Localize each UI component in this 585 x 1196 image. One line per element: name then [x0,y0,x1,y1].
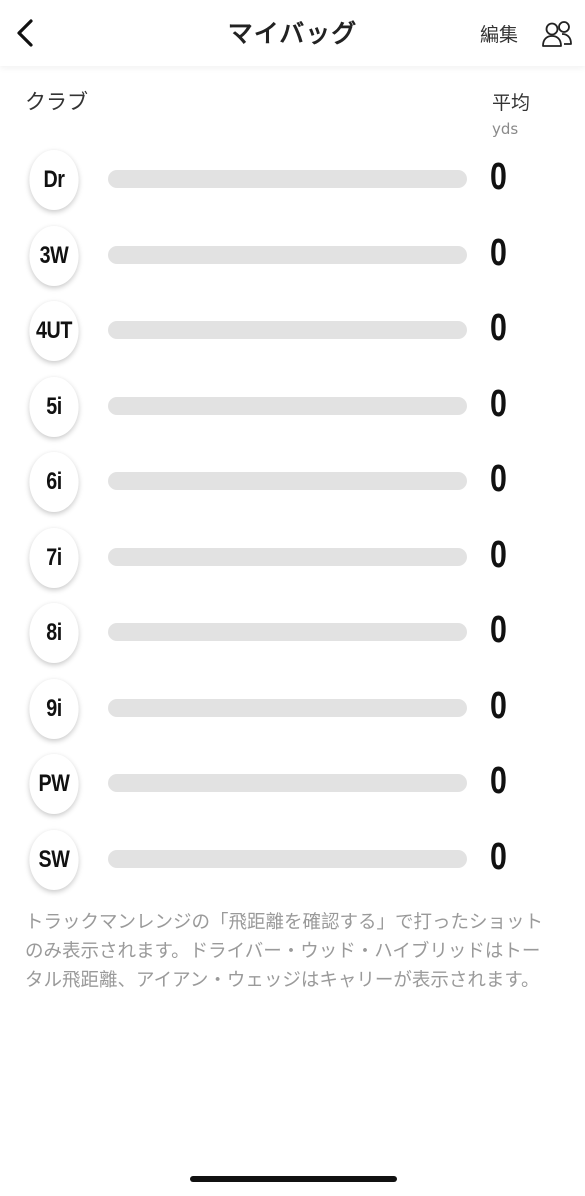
average-value: 0 [490,609,507,651]
average-value: 0 [490,760,507,802]
distance-bar [108,623,467,641]
club-badge: Dr [29,150,79,210]
average-value: 0 [490,533,507,576]
club-row[interactable]: 5i 0 [0,373,585,449]
club-row[interactable]: 4UT 0 [0,297,585,373]
distance-bar [108,774,467,792]
club-row[interactable]: 9i 0 [0,675,585,751]
club-badge: 6i [29,452,79,512]
club-row[interactable]: 7i 0 [0,524,585,600]
average-value: 0 [490,307,507,349]
club-row[interactable]: PW 0 [0,750,585,826]
people-icon[interactable] [540,18,574,52]
club-badge: 7i [29,527,79,588]
average-value: 0 [490,382,507,425]
club-badge: 8i [29,603,79,663]
distance-bar [108,321,467,339]
club-row[interactable]: Dr 0 [0,146,585,222]
club-badge: SW [29,829,79,890]
distance-bar [108,849,467,868]
distance-bar [108,396,467,415]
club-row[interactable]: SW 0 [0,826,585,902]
average-value: 0 [490,684,507,727]
app-header: マイバッグ 編集 [0,0,585,66]
distance-bar [108,547,467,566]
home-indicator[interactable] [190,1176,397,1182]
club-badge: 3W [29,225,79,286]
distance-bar [108,245,467,264]
distance-bar [108,472,467,490]
average-value: 0 [490,835,507,878]
distance-bar [108,170,467,188]
club-badge: 4UT [29,301,79,361]
club-list: Dr 0 3W 0 4UT 0 5i 0 6i 0 7i 0 8i 0 9i 0… [0,146,585,901]
average-column-header: 平均 [492,92,531,114]
club-badge: 5i [29,376,79,437]
average-value: 0 [490,156,507,198]
club-row[interactable]: 6i 0 [0,448,585,524]
club-column-header: クラブ [25,90,88,114]
club-row[interactable]: 3W 0 [0,222,585,298]
unit-label: yds [492,120,519,138]
club-row[interactable]: 8i 0 [0,599,585,675]
average-value: 0 [490,231,507,274]
club-badge: PW [29,754,79,814]
club-badge: 9i [29,678,79,739]
info-note: トラックマンレンジの「飛距離を確認する」で打ったショットのみ表示されます。ドライ… [25,912,544,991]
distance-bar [108,698,467,717]
average-value: 0 [490,458,507,500]
edit-button[interactable]: 編集 [480,20,518,47]
